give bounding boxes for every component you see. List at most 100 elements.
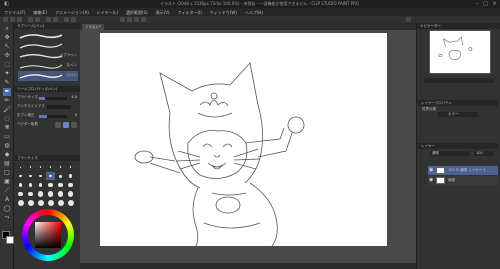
minimize-icon[interactable]: –: [474, 1, 481, 7]
brush-size-cell[interactable]: [46, 199, 55, 207]
canvas-tab[interactable]: イラスト*: [82, 24, 104, 30]
clear-icon[interactable]: [46, 17, 51, 22]
eraser-tool-icon[interactable]: ▭: [3, 133, 11, 141]
brush-item-selected[interactable]: Gペン: [18, 71, 78, 81]
menu-item[interactable]: ウィンドウ(W): [206, 8, 241, 16]
balloon-tool-icon[interactable]: ◯: [3, 205, 11, 213]
brush-size-cell[interactable]: [16, 181, 25, 189]
save-icon[interactable]: [17, 17, 22, 22]
brush-size-cell[interactable]: [36, 172, 45, 180]
eyedropper-tool-icon[interactable]: ✎: [3, 79, 11, 87]
navigator-preview[interactable]: [429, 30, 491, 74]
brush-size-cell[interactable]: [46, 172, 55, 180]
eye-icon[interactable]: ◉: [429, 167, 433, 173]
brush-size-cell[interactable]: [66, 163, 75, 171]
pencil-tool-icon[interactable]: ✏: [3, 97, 11, 105]
operation-tool-icon[interactable]: ↖: [3, 43, 11, 51]
brush-size-cell[interactable]: [36, 163, 45, 171]
brush-size-cell[interactable]: [66, 172, 75, 180]
pen-tool-icon[interactable]: ✒: [3, 88, 11, 96]
menu-item[interactable]: ファイル(F): [0, 8, 29, 16]
new-file-icon[interactable]: [3, 17, 8, 22]
airbrush-tool-icon[interactable]: ◌: [3, 115, 11, 123]
decoration-tool-icon[interactable]: ❋: [3, 124, 11, 132]
main-sub-color[interactable]: [2, 231, 14, 245]
brush-item[interactable]: [18, 31, 78, 41]
selection-tool-icon[interactable]: ⬚: [3, 61, 11, 69]
eye-icon[interactable]: ◉: [429, 177, 433, 183]
fill-tool-icon[interactable]: ◆: [3, 151, 11, 159]
brush-size-cell[interactable]: [26, 181, 35, 189]
snap-ruler-icon[interactable]: [127, 17, 132, 22]
navigator-zoom-bar[interactable]: [424, 78, 494, 83]
brush-size-cell[interactable]: [46, 163, 55, 171]
brush-size-cell[interactable]: [16, 190, 25, 198]
brush-size-cell[interactable]: [36, 199, 45, 207]
zoom-tool-icon[interactable]: ⌕: [3, 25, 11, 33]
prop-row-antialias[interactable]: アンチエイリアス: [17, 104, 79, 111]
text-tool-icon[interactable]: A: [3, 196, 11, 204]
brush-size-cell[interactable]: [56, 163, 65, 171]
vector-option-icon[interactable]: [71, 122, 77, 128]
vector-option-icon[interactable]: [63, 122, 69, 128]
brush-size-slider[interactable]: [39, 97, 67, 100]
brush-size-cell[interactable]: [26, 172, 35, 180]
auto-select-tool-icon[interactable]: ✦: [3, 70, 11, 78]
brush-size-cell[interactable]: [66, 181, 75, 189]
figure-tool-icon[interactable]: □: [3, 169, 11, 177]
transform-icon[interactable]: [53, 17, 58, 22]
brush-size-cell[interactable]: [16, 172, 25, 180]
layer-row[interactable]: ◉ 用紙: [428, 176, 498, 185]
stabilization-slider[interactable]: [39, 115, 67, 118]
redo-icon[interactable]: [35, 17, 40, 22]
brush-size-cell[interactable]: [56, 190, 65, 198]
saturation-value-square[interactable]: [35, 222, 61, 248]
menu-item[interactable]: 編集(E): [29, 8, 51, 16]
correct-line-tool-icon[interactable]: ⤳: [3, 214, 11, 222]
ruler-tool-icon[interactable]: ⟋: [3, 187, 11, 195]
brush-size-cell[interactable]: [66, 190, 75, 198]
menu-item[interactable]: ヘルプ(H): [241, 8, 267, 16]
brush-size-cell[interactable]: [56, 199, 65, 207]
brush-size-cell[interactable]: [16, 199, 25, 207]
frame-tool-icon[interactable]: ▣: [3, 178, 11, 186]
sub-color-swatch[interactable]: [6, 236, 14, 244]
brush-size-cell[interactable]: [36, 190, 45, 198]
prop-row-stabilization[interactable]: 手ブレ補正 5: [17, 113, 79, 120]
clip-studio-icon[interactable]: [406, 17, 411, 22]
prop-row-vector-snap[interactable]: ベクター吸着: [17, 122, 79, 129]
brush-tool-icon[interactable]: 🖌: [3, 106, 11, 114]
menu-item[interactable]: アニメーション(A): [51, 8, 93, 16]
brush-size-cell[interactable]: [56, 181, 65, 189]
menu-item[interactable]: 表示(V): [152, 8, 174, 16]
blend-tool-icon[interactable]: ◍: [3, 142, 11, 150]
open-file-icon[interactable]: [10, 17, 15, 22]
brush-size-cell[interactable]: [36, 181, 45, 189]
deselect-icon[interactable]: [64, 17, 69, 22]
move-tool-icon[interactable]: ✥: [3, 34, 11, 42]
prop-row-brush-size[interactable]: ブラシサイズ 4.0: [17, 95, 79, 102]
menu-item[interactable]: フィルター(I): [174, 8, 206, 16]
brush-item[interactable]: カブラペン: [18, 51, 78, 61]
snap-grid-icon[interactable]: [134, 17, 139, 22]
blend-mode-select[interactable]: 通常: [430, 151, 470, 156]
canvas-paper[interactable]: [100, 33, 387, 247]
expression-color-select[interactable]: カラー: [438, 112, 478, 117]
close-icon[interactable]: ×: [491, 1, 498, 7]
brush-item[interactable]: 丸ペン: [18, 61, 78, 71]
brush-size-cell[interactable]: [46, 181, 55, 189]
layer-row-selected[interactable]: ◉ 100 % 通常 レイヤー 1: [428, 166, 498, 175]
snap-special-ruler-icon[interactable]: [141, 17, 146, 22]
opacity-field[interactable]: 100: [474, 151, 494, 156]
brush-item[interactable]: [18, 41, 78, 51]
menu-item[interactable]: レイヤー(L): [93, 8, 122, 16]
undo-icon[interactable]: [28, 17, 33, 22]
antialias-selector[interactable]: [47, 105, 71, 109]
menu-item[interactable]: 選択範囲(S): [122, 8, 152, 16]
brush-size-cell[interactable]: [56, 172, 65, 180]
brush-size-cell[interactable]: [26, 163, 35, 171]
brush-size-cell[interactable]: [16, 163, 25, 171]
brush-size-cell[interactable]: [46, 190, 55, 198]
invert-selection-icon[interactable]: [71, 17, 76, 22]
snap-icon[interactable]: [120, 17, 125, 22]
